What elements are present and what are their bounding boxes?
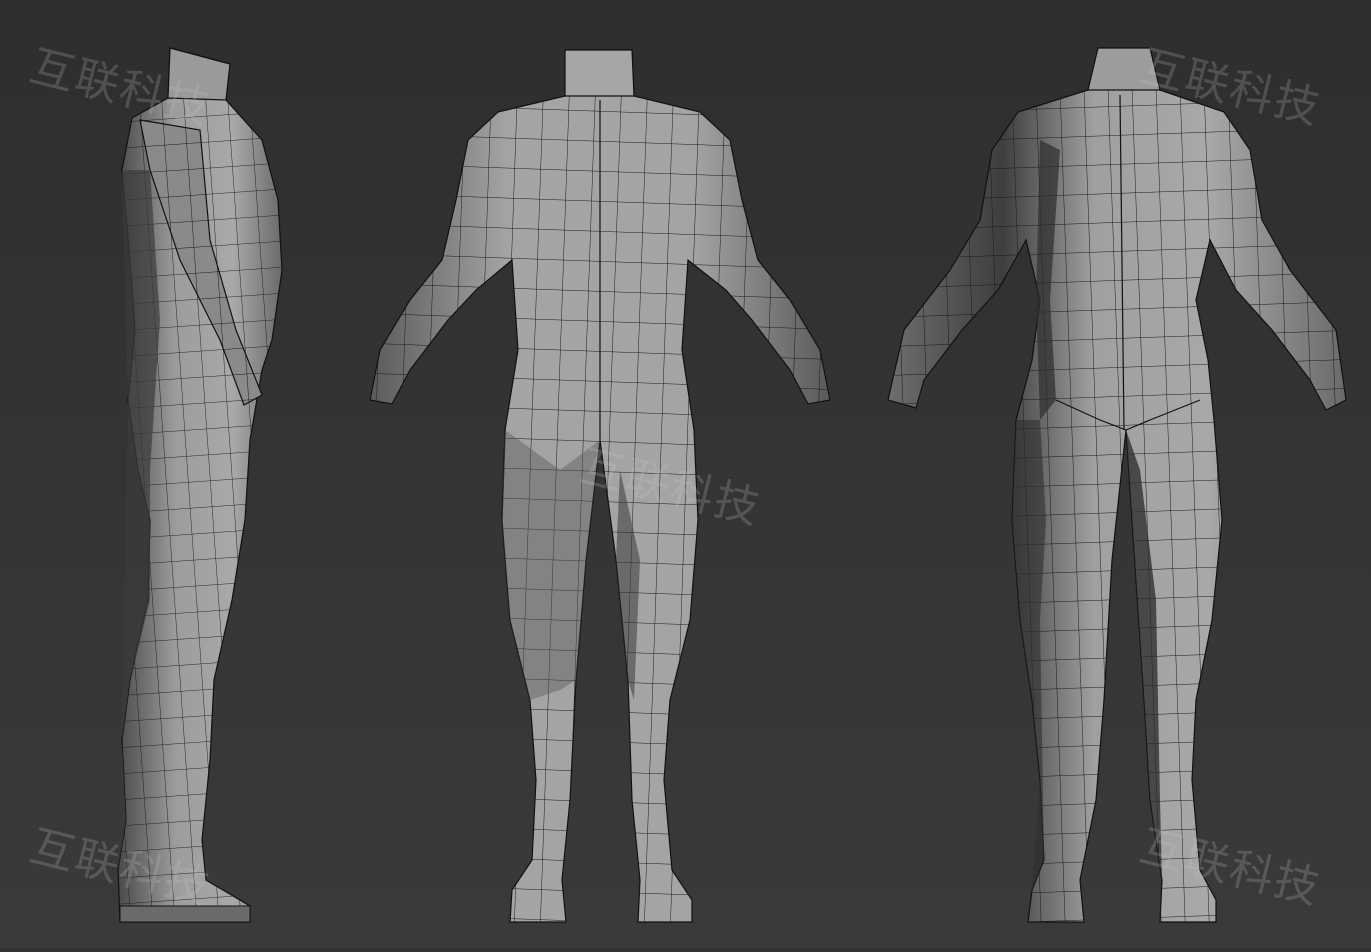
viewport: 互联科技 互联科技 互联科技 互联科技 互联科技 — [0, 0, 1371, 948]
